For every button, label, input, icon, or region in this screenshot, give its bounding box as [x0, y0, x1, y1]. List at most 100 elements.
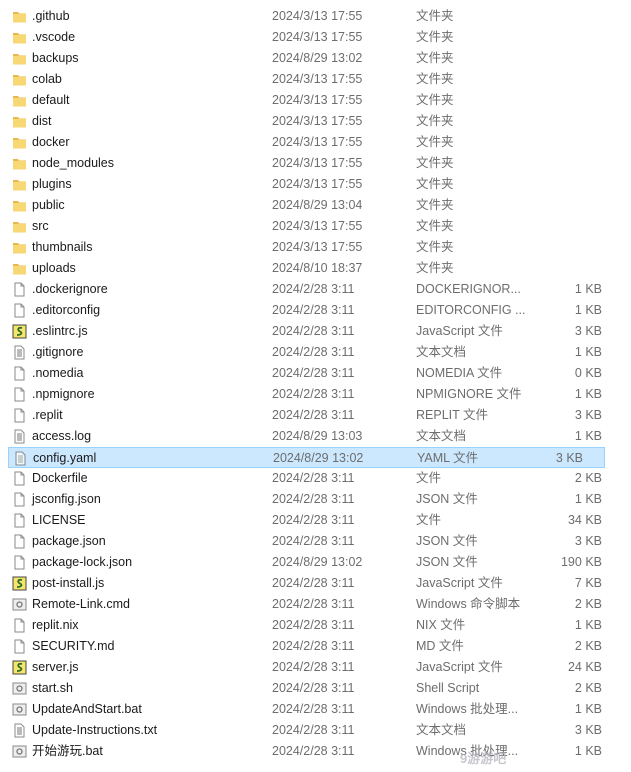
file-name: .eslintrc.js [32, 324, 88, 338]
file-type: 文件夹 [416, 30, 454, 44]
file-type: JSON 文件 [416, 555, 478, 569]
file-row[interactable]: post-install.js 2024/2/28 3:11 JavaScript … [0, 573, 631, 594]
javascript-file-icon [12, 576, 27, 591]
file-row[interactable]: uploads 2024/8/10 18:37 文件夹 [0, 258, 631, 279]
batch-file-icon [12, 702, 27, 717]
file-row[interactable]: colab 2024/3/13 17:55 文件夹 [0, 69, 631, 90]
file-row[interactable]: dist 2024/3/13 17:55 文件夹 [0, 111, 631, 132]
file-type: 文件夹 [416, 114, 454, 128]
file-type: JavaScript 文件 [416, 576, 503, 590]
text-file-icon [12, 429, 27, 444]
file-date-modified: 2024/3/13 17:55 [272, 9, 363, 23]
file-name: backups [32, 51, 79, 65]
file-size: 7 KB [574, 576, 602, 590]
file-name: Update-Instructions.txt [32, 723, 158, 737]
file-row[interactable]: .npmignore 2024/2/28 3:11 NPMIGNORE 文件 1 KB [0, 384, 631, 405]
file-row[interactable]: Dockerfile 2024/2/28 3:11 文件 2 KB [0, 468, 631, 489]
file-row[interactable]: .eslintrc.js 2024/2/28 3:11 JavaScript 文件 3… [0, 321, 631, 342]
blank-file-icon [12, 618, 27, 633]
file-row[interactable]: 开始游玩.bat 2024/2/28 3:11 Windows 批处理... 1 KB [0, 741, 631, 762]
file-row[interactable]: .dockerignore 2024/2/28 3:11 DOCKERIGNOR..… [0, 279, 631, 300]
file-list: .github 2024/3/13 17:55 文件夹 .vscode 2024/3/1… [0, 6, 631, 762]
file-row[interactable]: server.js 2024/2/28 3:11 JavaScript 文件 24 K… [0, 657, 631, 678]
file-row[interactable]: .github 2024/3/13 17:55 文件夹 [0, 6, 631, 27]
file-row[interactable]: Update-Instructions.txt 2024/2/28 3:11 文本文… [0, 720, 631, 741]
file-size: 1 KB [574, 282, 602, 296]
text-file-icon [12, 345, 27, 360]
file-date-modified: 2024/2/28 3:11 [272, 513, 355, 527]
file-row[interactable]: plugins 2024/3/13 17:55 文件夹 [0, 174, 631, 195]
file-row[interactable]: .vscode 2024/3/13 17:55 文件夹 [0, 27, 631, 48]
folder-icon [12, 177, 27, 192]
file-size: 3 KB [574, 534, 602, 548]
file-size: 3 KB [574, 723, 602, 737]
file-row[interactable]: docker 2024/3/13 17:55 文件夹 [0, 132, 631, 153]
file-row[interactable]: package-lock.json 2024/8/29 13:02 JSON 文件 1… [0, 552, 631, 573]
file-name: start.sh [32, 681, 73, 695]
file-type: 文件 [416, 471, 442, 485]
file-date-modified: 2024/3/13 17:55 [272, 219, 363, 233]
file-row[interactable]: config.yaml 2024/8/29 13:02 YAML 文件 3 KB [8, 447, 605, 468]
file-row[interactable]: backups 2024/8/29 13:02 文件夹 [0, 48, 631, 69]
file-type: 文件夹 [416, 219, 454, 233]
file-row[interactable]: LICENSE 2024/2/28 3:11 文件 34 KB [0, 510, 631, 531]
file-size: 3 KB [555, 451, 583, 465]
file-row[interactable]: jsconfig.json 2024/2/28 3:11 JSON 文件 1 KB [0, 489, 631, 510]
file-date-modified: 2024/2/28 3:11 [272, 618, 355, 632]
file-row[interactable]: node_modules 2024/3/13 17:55 文件夹 [0, 153, 631, 174]
file-size: 24 KB [567, 660, 602, 674]
file-name: 开始游玩.bat [32, 744, 103, 758]
file-type: Windows 批处理... [416, 702, 519, 716]
blank-file-icon [12, 492, 27, 507]
file-name: .gitignore [32, 345, 84, 359]
file-date-modified: 2024/2/28 3:11 [272, 492, 355, 506]
file-row[interactable]: SECURITY.md 2024/2/28 3:11 MD 文件 2 KB [0, 636, 631, 657]
file-row[interactable]: UpdateAndStart.bat 2024/2/28 3:11 Windows … [0, 699, 631, 720]
file-row[interactable]: .nomedia 2024/2/28 3:11 NOMEDIA 文件 0 KB [0, 363, 631, 384]
file-type: 文件夹 [416, 51, 454, 65]
file-row[interactable]: .gitignore 2024/2/28 3:11 文本文档 1 KB [0, 342, 631, 363]
file-size: 2 KB [574, 471, 602, 485]
blank-file-icon [12, 513, 27, 528]
file-name: Dockerfile [32, 471, 88, 485]
blank-file-icon [12, 471, 27, 486]
file-row[interactable]: thumbnails 2024/3/13 17:55 文件夹 [0, 237, 631, 258]
folder-icon [12, 9, 27, 24]
file-row[interactable]: Remote-Link.cmd 2024/2/28 3:11 Windows 命令脚… [0, 594, 631, 615]
file-size: 3 KB [574, 408, 602, 422]
batch-file-icon [12, 597, 27, 612]
yaml-file-icon [13, 451, 28, 466]
file-type: YAML 文件 [417, 451, 479, 465]
file-type: 文件夹 [416, 72, 454, 86]
file-size: 3 KB [574, 324, 602, 338]
file-date-modified: 2024/8/29 13:02 [272, 555, 363, 569]
file-type: JavaScript 文件 [416, 660, 503, 674]
file-row[interactable]: src 2024/3/13 17:55 文件夹 [0, 216, 631, 237]
file-name: .replit [32, 408, 63, 422]
file-type: JSON 文件 [416, 534, 478, 548]
file-row[interactable]: default 2024/3/13 17:55 文件夹 [0, 90, 631, 111]
file-row[interactable]: replit.nix 2024/2/28 3:11 NIX 文件 1 KB [0, 615, 631, 636]
file-date-modified: 2024/2/28 3:11 [272, 303, 355, 317]
file-name: package.json [32, 534, 106, 548]
file-row[interactable]: .replit 2024/2/28 3:11 REPLIT 文件 3 KB [0, 405, 631, 426]
file-date-modified: 2024/8/29 13:02 [273, 451, 364, 465]
file-name: .dockerignore [32, 282, 108, 296]
file-row[interactable]: .editorconfig 2024/2/28 3:11 EDITORCONFIG … [0, 300, 631, 321]
folder-icon [12, 135, 27, 150]
file-name: dist [32, 114, 52, 128]
file-row[interactable]: public 2024/8/29 13:04 文件夹 [0, 195, 631, 216]
file-row[interactable]: package.json 2024/2/28 3:11 JSON 文件 3 KB [0, 531, 631, 552]
file-date-modified: 2024/2/28 3:11 [272, 723, 355, 737]
file-type: NOMEDIA 文件 [416, 366, 503, 380]
file-row[interactable]: access.log 2024/8/29 13:03 文本文档 1 KB [0, 426, 631, 447]
file-type: MD 文件 [416, 639, 464, 653]
file-name: UpdateAndStart.bat [32, 702, 142, 716]
file-date-modified: 2024/2/28 3:11 [272, 681, 355, 695]
file-name: LICENSE [32, 513, 86, 527]
file-date-modified: 2024/2/28 3:11 [272, 597, 355, 611]
folder-icon [12, 219, 27, 234]
batch-file-icon [12, 744, 27, 759]
file-row[interactable]: start.sh 2024/2/28 3:11 Shell Script 2 KB [0, 678, 631, 699]
folder-icon [12, 51, 27, 66]
